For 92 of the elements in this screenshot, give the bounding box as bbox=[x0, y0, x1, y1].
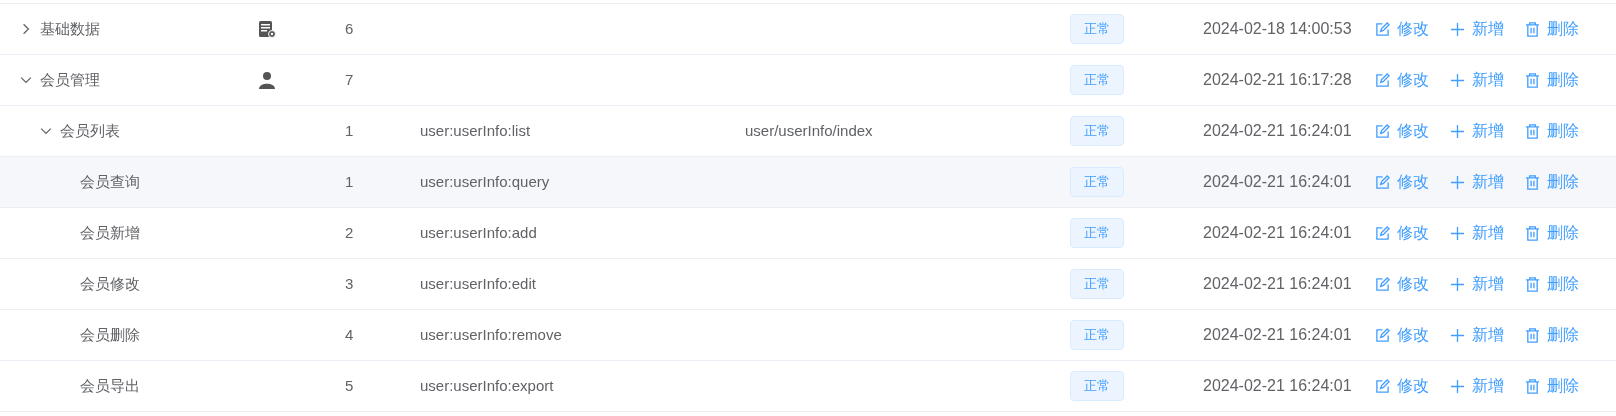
status-tag: 正常 bbox=[1070, 116, 1124, 146]
status-tag: 正常 bbox=[1070, 65, 1124, 95]
delete-button[interactable]: 删除 bbox=[1525, 374, 1579, 398]
chevron-icon[interactable] bbox=[20, 23, 32, 35]
plus-icon bbox=[1450, 123, 1465, 139]
add-button[interactable]: 新增 bbox=[1450, 374, 1504, 398]
edit-icon bbox=[1375, 378, 1390, 394]
delete-icon bbox=[1525, 327, 1540, 343]
delete-button[interactable]: 删除 bbox=[1525, 323, 1579, 347]
delete-icon bbox=[1525, 123, 1540, 139]
plus-icon bbox=[1450, 378, 1465, 394]
edit-button[interactable]: 修改 bbox=[1375, 119, 1429, 143]
user-icon bbox=[258, 71, 276, 89]
created-time: 2024-02-21 16:24:01 bbox=[1203, 377, 1352, 394]
delete-icon bbox=[1525, 378, 1540, 394]
created-time: 2024-02-21 16:24:01 bbox=[1203, 275, 1352, 292]
component-path: user/userInfo/index bbox=[745, 121, 873, 139]
permission-text: user:userInfo:edit bbox=[420, 274, 536, 292]
add-button[interactable]: 新增 bbox=[1450, 119, 1504, 143]
status-tag: 正常 bbox=[1070, 371, 1124, 401]
permission-text: user:userInfo:list bbox=[420, 121, 531, 139]
permission-text: user:userInfo:query bbox=[420, 172, 550, 190]
order-number: 1 bbox=[345, 172, 354, 190]
edit-button[interactable]: 修改 bbox=[1375, 374, 1429, 398]
delete-button[interactable]: 删除 bbox=[1525, 170, 1579, 194]
edit-button[interactable]: 修改 bbox=[1375, 221, 1429, 245]
add-button[interactable]: 新增 bbox=[1450, 272, 1504, 296]
order-number: 7 bbox=[345, 70, 354, 88]
menu-name: 会员导出 bbox=[80, 375, 140, 396]
edit-button[interactable]: 修改 bbox=[1375, 17, 1429, 41]
status-tag: 正常 bbox=[1070, 167, 1124, 197]
created-time: 2024-02-21 16:17:28 bbox=[1203, 71, 1352, 88]
plus-icon bbox=[1450, 21, 1465, 37]
order-number: 1 bbox=[345, 121, 354, 139]
menu-name: 会员管理 bbox=[40, 69, 100, 90]
delete-icon bbox=[1525, 72, 1540, 88]
delete-button[interactable]: 删除 bbox=[1525, 272, 1579, 296]
menu-name: 基础数据 bbox=[40, 18, 100, 39]
edit-button[interactable]: 修改 bbox=[1375, 68, 1429, 92]
status-tag: 正常 bbox=[1070, 269, 1124, 299]
plus-icon bbox=[1450, 225, 1465, 241]
status-tag: 正常 bbox=[1070, 14, 1124, 44]
edit-icon bbox=[1375, 72, 1390, 88]
edit-icon bbox=[1375, 21, 1390, 37]
chevron-icon[interactable] bbox=[40, 125, 52, 137]
edit-icon bbox=[1375, 225, 1390, 241]
edit-icon bbox=[1375, 327, 1390, 343]
plus-icon bbox=[1450, 72, 1465, 88]
permission-text: user:userInfo:add bbox=[420, 223, 537, 241]
delete-button[interactable]: 删除 bbox=[1525, 221, 1579, 245]
delete-icon bbox=[1525, 276, 1540, 292]
order-number: 4 bbox=[345, 325, 354, 343]
order-number: 5 bbox=[345, 376, 354, 394]
edit-icon bbox=[1375, 174, 1390, 190]
created-time: 2024-02-21 16:24:01 bbox=[1203, 224, 1352, 241]
edit-button[interactable]: 修改 bbox=[1375, 272, 1429, 296]
edit-button[interactable]: 修改 bbox=[1375, 323, 1429, 347]
status-tag: 正常 bbox=[1070, 218, 1124, 248]
edit-icon bbox=[1375, 276, 1390, 292]
created-time: 2024-02-21 16:24:01 bbox=[1203, 326, 1352, 343]
menu-name: 会员新增 bbox=[80, 222, 140, 243]
edit-icon bbox=[1375, 123, 1390, 139]
status-tag: 正常 bbox=[1070, 320, 1124, 350]
order-number: 2 bbox=[345, 223, 354, 241]
order-number: 6 bbox=[345, 19, 354, 37]
created-time: 2024-02-21 16:24:01 bbox=[1203, 173, 1352, 190]
created-time: 2024-02-18 14:00:53 bbox=[1203, 20, 1352, 37]
add-button[interactable]: 新增 bbox=[1450, 170, 1504, 194]
plus-icon bbox=[1450, 174, 1465, 190]
permission-text: user:userInfo:remove bbox=[420, 325, 562, 343]
edit-button[interactable]: 修改 bbox=[1375, 170, 1429, 194]
permission-text: user:userInfo:export bbox=[420, 376, 554, 394]
add-button[interactable]: 新增 bbox=[1450, 68, 1504, 92]
plus-icon bbox=[1450, 276, 1465, 292]
delete-icon bbox=[1525, 174, 1540, 190]
delete-button[interactable]: 删除 bbox=[1525, 119, 1579, 143]
add-button[interactable]: 新增 bbox=[1450, 323, 1504, 347]
delete-button[interactable]: 删除 bbox=[1525, 17, 1579, 41]
delete-icon bbox=[1525, 21, 1540, 37]
menu-name: 会员列表 bbox=[60, 120, 120, 141]
menu-name: 会员删除 bbox=[80, 324, 140, 345]
menu-name: 会员查询 bbox=[80, 171, 140, 192]
add-button[interactable]: 新增 bbox=[1450, 221, 1504, 245]
created-time: 2024-02-21 16:24:01 bbox=[1203, 122, 1352, 139]
menu-name: 会员修改 bbox=[80, 273, 140, 294]
order-number: 3 bbox=[345, 274, 354, 292]
delete-icon bbox=[1525, 225, 1540, 241]
plus-icon bbox=[1450, 327, 1465, 343]
chevron-icon[interactable] bbox=[20, 74, 32, 86]
delete-button[interactable]: 删除 bbox=[1525, 68, 1579, 92]
document-gear-icon bbox=[258, 20, 276, 38]
add-button[interactable]: 新增 bbox=[1450, 17, 1504, 41]
